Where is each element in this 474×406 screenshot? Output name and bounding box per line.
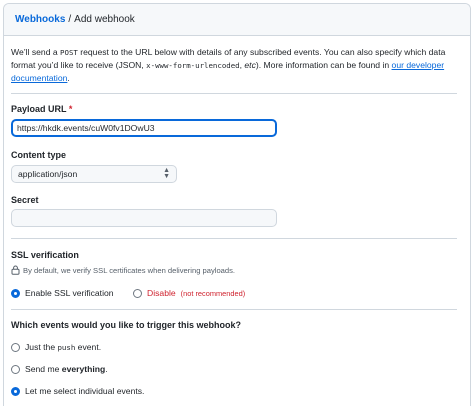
required-mark: *	[68, 104, 73, 114]
disable-ssl-radio[interactable]	[133, 288, 142, 298]
payload-url-label: Payload URL *	[11, 104, 72, 114]
payload-url-input[interactable]: https://hkdk.events/cuW0fv1DOwU3	[11, 119, 277, 137]
push-code: push	[57, 343, 76, 352]
everything-radio[interactable]	[11, 364, 20, 374]
everything-bold: everything	[61, 364, 106, 374]
disable-ssl-option[interactable]: Disable (not recommended)	[133, 288, 245, 298]
push-event-label-part: Just the	[25, 342, 58, 352]
ssl-note-text: By default, we verify SSL certificates w…	[23, 265, 236, 275]
secret-input[interactable]	[11, 209, 277, 227]
push-event-option[interactable]: Just the push event.	[11, 342, 101, 352]
everything-label-part: .	[105, 364, 108, 374]
breadcrumb-webhooks-link[interactable]: Webhooks	[15, 14, 65, 25]
push-event-label-part: event.	[75, 342, 102, 352]
breadcrumb: Webhooks / Add webhook	[4, 4, 470, 36]
lock-icon	[11, 265, 20, 275]
ssl-note: By default, we verify SSL certificates w…	[11, 265, 235, 275]
post-code: POST	[60, 48, 78, 57]
payload-url-value: https://hkdk.events/cuW0fv1DOwU3	[17, 123, 155, 133]
select-caret-icon: ▲ ▼	[163, 167, 170, 180]
intro-text-part: ). More information can be found in	[255, 60, 392, 70]
divider	[11, 238, 457, 239]
content-type-selected-value: application/json	[18, 169, 78, 179]
payload-url-label-text: Payload URL	[11, 104, 67, 114]
intro-text-part: We’ll send a	[11, 47, 61, 57]
individual-events-option[interactable]: Let me select individual events.	[11, 386, 144, 396]
divider	[11, 309, 457, 310]
push-event-label: Just the push event.	[25, 342, 101, 352]
push-event-radio[interactable]	[11, 342, 20, 352]
disable-ssl-hint: (not recommended)	[180, 288, 246, 298]
enable-ssl-label: Enable SSL verification	[25, 288, 114, 298]
disable-ssl-label: Disable	[147, 288, 176, 298]
breadcrumb-separator: /	[68, 14, 72, 25]
everything-label-part: Send me	[25, 364, 62, 374]
everything-option[interactable]: Send me everything.	[11, 364, 108, 374]
everything-label: Send me everything.	[25, 364, 108, 374]
content-type-label: Content type	[11, 150, 66, 160]
intro-text: We’ll send a POST request to the URL bel…	[11, 46, 458, 85]
intro-text-part: .	[67, 73, 70, 83]
individual-events-radio[interactable]	[11, 386, 20, 396]
ssl-verification-label: SSL verification	[11, 250, 79, 260]
enable-ssl-radio[interactable]	[11, 288, 20, 298]
page-title: Add webhook	[74, 14, 135, 25]
content-type-select[interactable]: application/json ▲ ▼	[11, 165, 177, 183]
events-question: Which events would you like to trigger t…	[11, 320, 242, 330]
individual-events-label: Let me select individual events.	[25, 386, 145, 396]
divider	[11, 93, 457, 94]
etc-text: etc	[244, 60, 256, 70]
enable-ssl-option[interactable]: Enable SSL verification	[11, 288, 114, 298]
secret-label: Secret	[11, 195, 39, 205]
form-urlencoded-code: x-www-form-urlencoded	[146, 61, 240, 70]
